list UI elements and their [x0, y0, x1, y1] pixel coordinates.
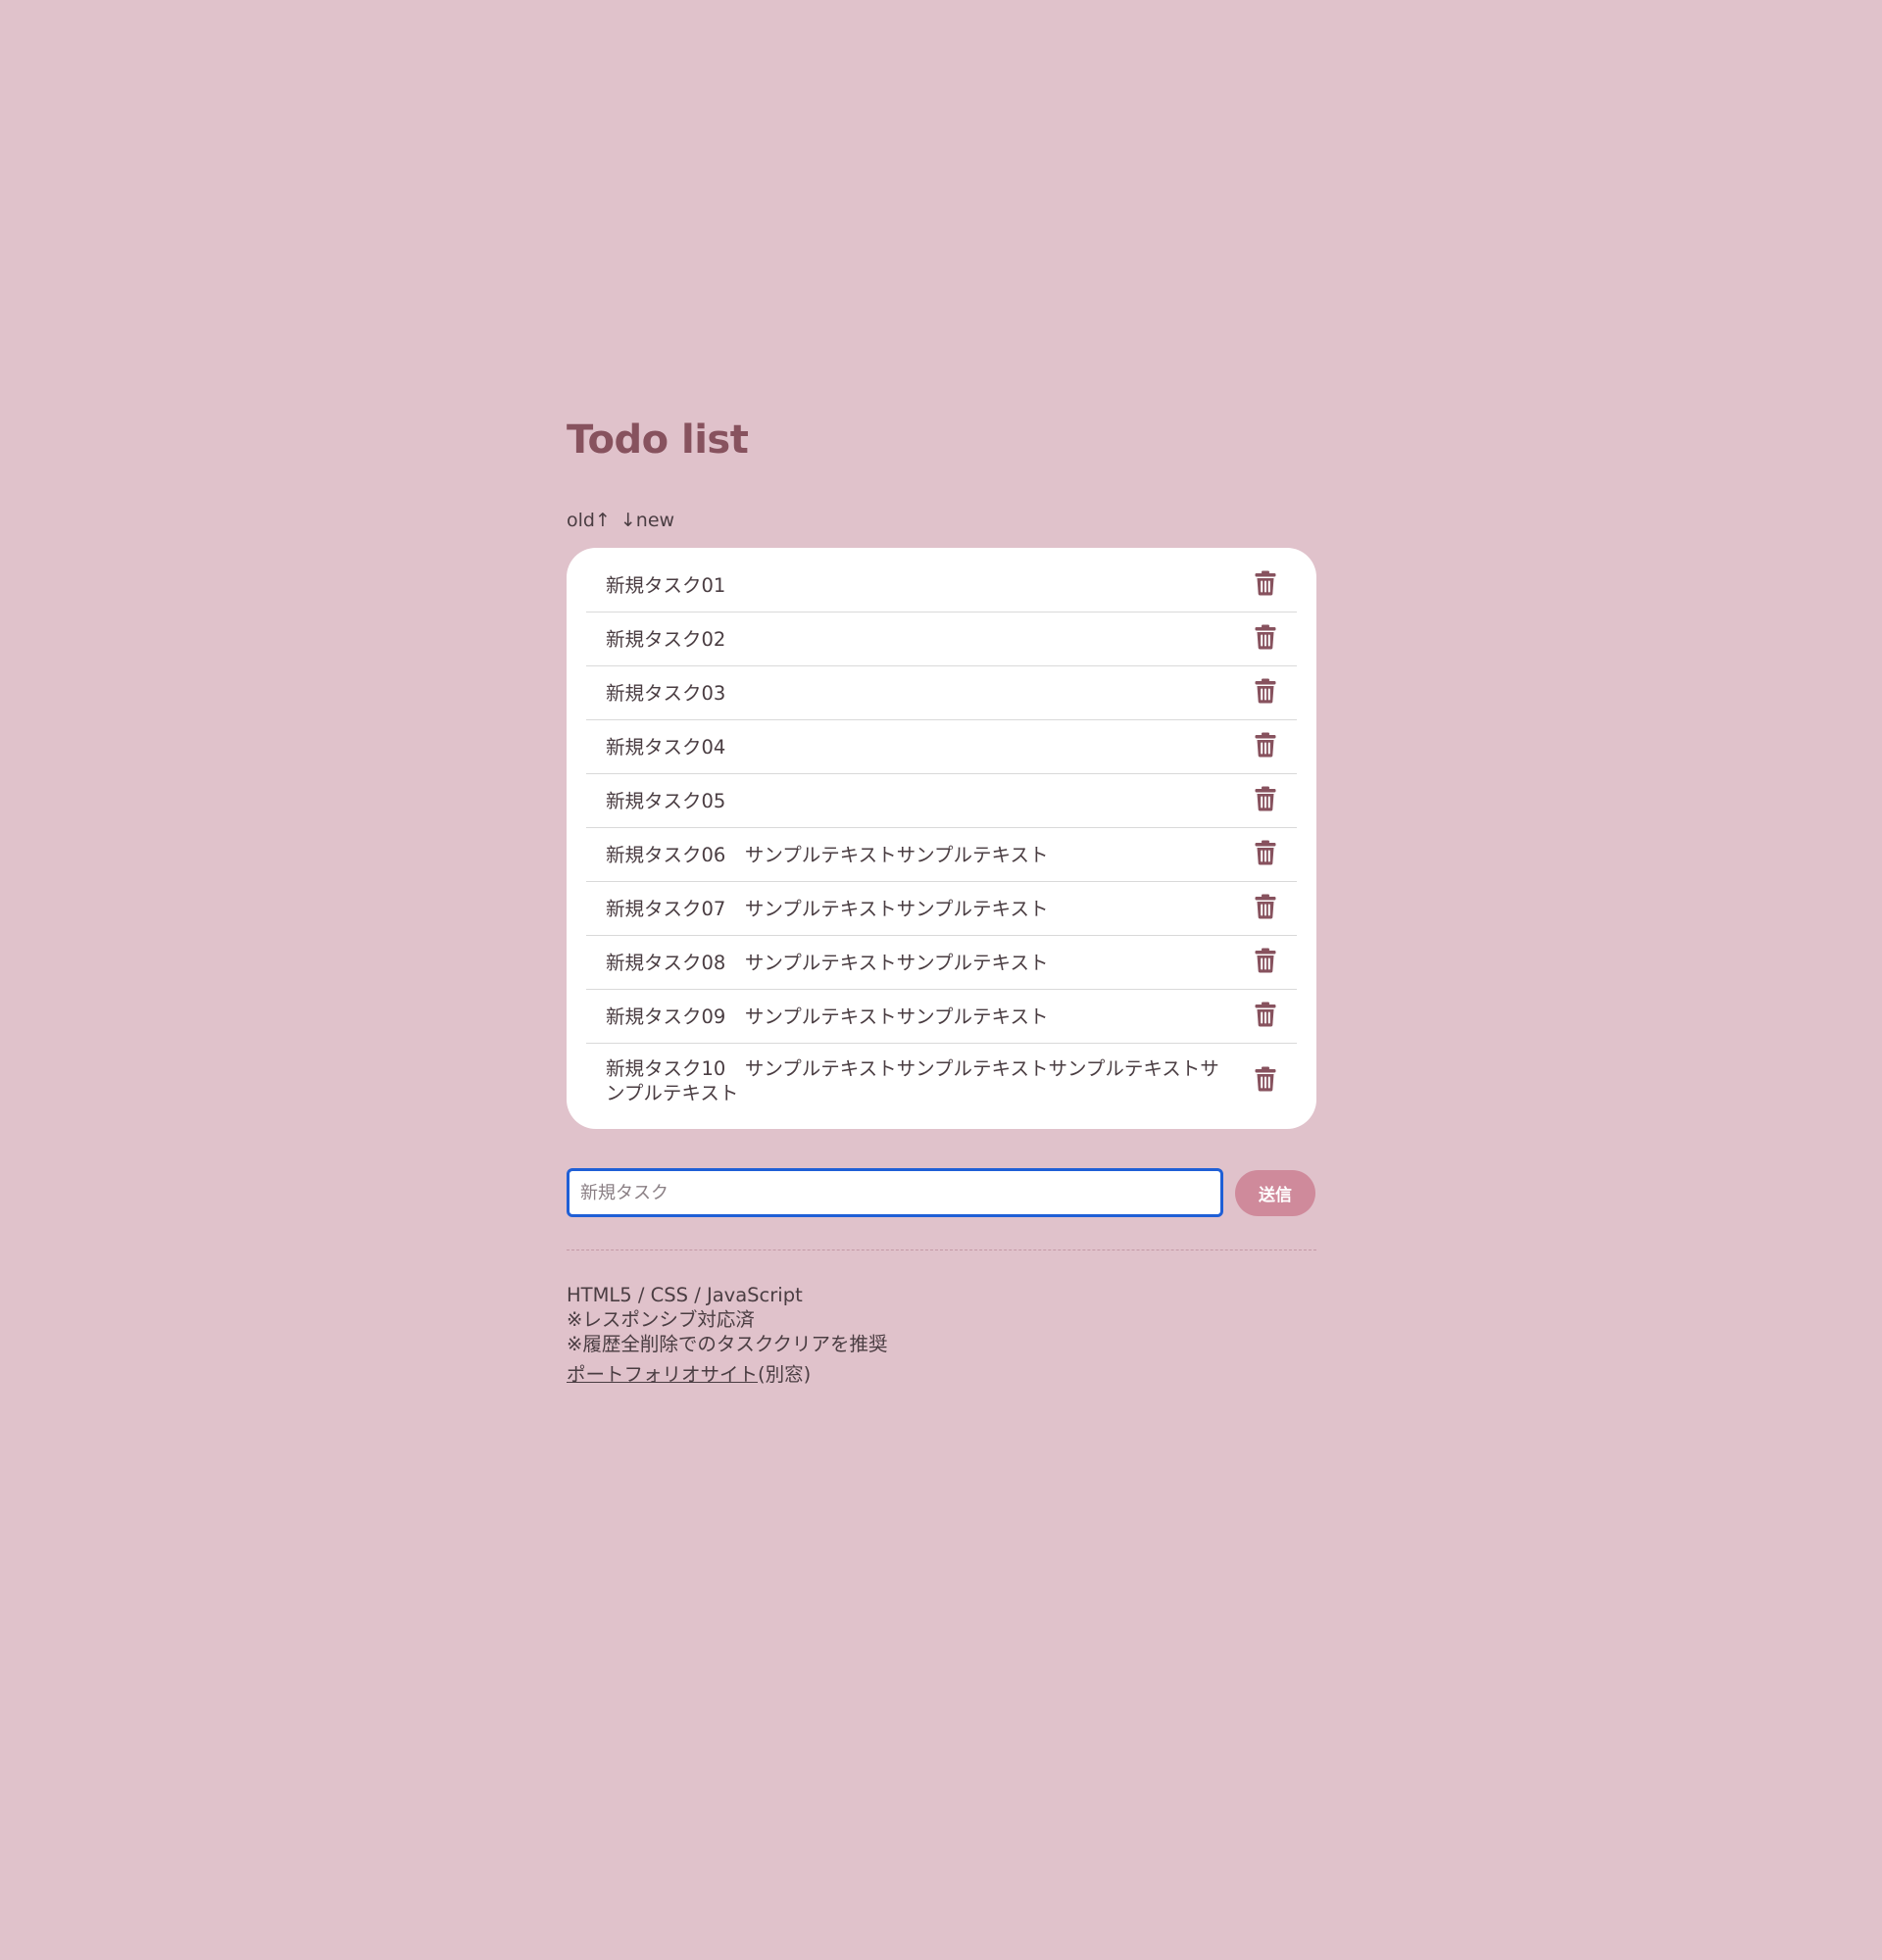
trash-icon: [1255, 786, 1276, 815]
task-row: 新規タスク04: [586, 720, 1297, 774]
delete-task-button[interactable]: [1252, 894, 1279, 923]
delete-task-button[interactable]: [1252, 1002, 1279, 1031]
task-text: 新規タスク03: [606, 681, 726, 705]
delete-task-button[interactable]: [1252, 948, 1279, 977]
task-row: 新規タスク09 サンプルテキストサンプルテキスト: [586, 990, 1297, 1044]
page-title: Todo list: [567, 417, 749, 463]
sort-controls: old↑ ↓new: [567, 506, 1316, 535]
trash-icon: [1255, 1002, 1276, 1031]
task-text: 新規タスク09 サンプルテキストサンプルテキスト: [606, 1004, 1049, 1028]
delete-task-button[interactable]: [1252, 732, 1279, 761]
task-row: 新規タスク01: [586, 559, 1297, 612]
delete-task-button[interactable]: [1252, 1066, 1279, 1096]
submit-button[interactable]: 送信: [1235, 1169, 1315, 1216]
trash-icon: [1255, 1066, 1276, 1096]
trash-icon: [1255, 732, 1276, 761]
footer: HTML5 / CSS / JavaScript ※レスポンシブ対応済 ※履歴全…: [567, 1283, 1316, 1387]
sort-old-button[interactable]: old↑: [567, 506, 611, 535]
task-text: 新規タスク07 サンプルテキストサンプルテキスト: [606, 897, 1049, 920]
task-row: 新規タスク02: [586, 612, 1297, 666]
delete-task-button[interactable]: [1252, 786, 1279, 815]
task-text: 新規タスク01: [606, 573, 726, 597]
task-list: 新規タスク01 新規タスク02 新規タスク03 新規タスク04 新規タスク05 新規タスク…: [567, 548, 1316, 1129]
task-text: 新規タスク04: [606, 735, 726, 759]
trash-icon: [1255, 894, 1276, 923]
trash-icon: [1255, 840, 1276, 869]
portfolio-link-line: ポートフォリオサイト(別窓): [567, 1362, 1316, 1387]
delete-task-button[interactable]: [1252, 570, 1279, 600]
responsive-note: ※レスポンシブ対応済: [567, 1308, 755, 1331]
new-window-note: (別窓): [758, 1363, 812, 1386]
trash-icon: [1255, 570, 1276, 600]
delete-task-button[interactable]: [1252, 624, 1279, 654]
sort-new-button[interactable]: ↓new: [620, 506, 674, 535]
task-form: 送信: [567, 1168, 1316, 1217]
tech-stack-text: HTML5 / CSS / JavaScript: [567, 1284, 803, 1306]
task-text: 新規タスク02: [606, 627, 726, 651]
task-text: 新規タスク05: [606, 789, 726, 812]
task-row: 新規タスク07 サンプルテキストサンプルテキスト: [586, 882, 1297, 936]
task-row: 新規タスク10 サンプルテキストサンプルテキストサンプルテキストサンプルテキスト: [586, 1044, 1297, 1117]
portfolio-link[interactable]: ポートフォリオサイト: [567, 1363, 758, 1386]
delete-task-button[interactable]: [1252, 678, 1279, 708]
task-text: 新規タスク10 サンプルテキストサンプルテキストサンプルテキストサンプルテキスト: [606, 1056, 1219, 1104]
delete-task-button[interactable]: [1252, 840, 1279, 869]
task-row: 新規タスク05: [586, 774, 1297, 828]
trash-icon: [1255, 948, 1276, 977]
task-row: 新規タスク03: [586, 666, 1297, 720]
new-task-input[interactable]: [567, 1168, 1223, 1217]
task-text: 新規タスク08 サンプルテキストサンプルテキスト: [606, 951, 1049, 974]
task-text: 新規タスク06 サンプルテキストサンプルテキスト: [606, 843, 1049, 866]
task-row: 新規タスク08 サンプルテキストサンプルテキスト: [586, 936, 1297, 990]
clear-history-note: ※履歴全削除でのタスククリアを推奨: [567, 1333, 888, 1355]
task-row: 新規タスク06 サンプルテキストサンプルテキスト: [586, 828, 1297, 882]
trash-icon: [1255, 678, 1276, 708]
todo-app: Todo list old↑ ↓new 新規タスク01 新規タスク02 新規タスク0…: [567, 412, 1316, 1387]
trash-icon: [1255, 624, 1276, 654]
